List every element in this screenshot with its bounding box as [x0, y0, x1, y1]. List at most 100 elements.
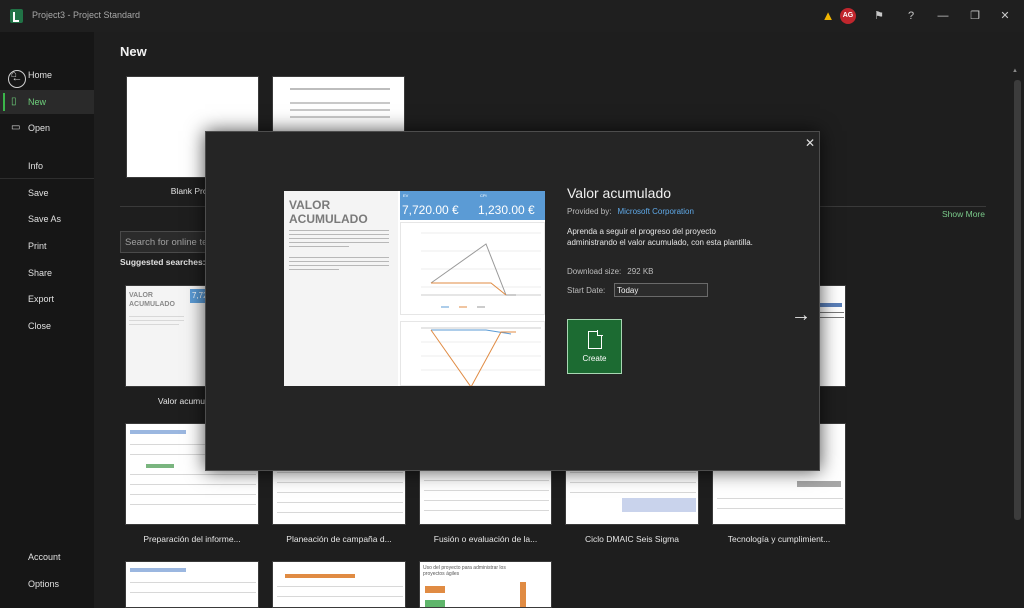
- thumb-line: [130, 504, 256, 505]
- close-icon[interactable]: ✕: [803, 136, 817, 150]
- preview-text-line: [289, 234, 389, 235]
- sidebar-item-save-as[interactable]: Save As: [0, 207, 94, 231]
- thumb-line: [717, 498, 843, 499]
- preview-title: VALOR ACUMULADO: [289, 198, 368, 226]
- minimize-icon[interactable]: —: [937, 8, 949, 24]
- thumb-bar: [130, 568, 186, 572]
- sidebar-item-close[interactable]: Close: [0, 314, 94, 338]
- thumb-line: [129, 324, 179, 325]
- thumb-line: [717, 508, 843, 509]
- sidebar-item-open[interactable]: ▭ Open: [0, 116, 94, 140]
- thumb-line: [424, 490, 549, 491]
- thumb-line: [277, 502, 403, 503]
- thumb-line: [290, 88, 390, 90]
- thumb-bar: [285, 574, 355, 578]
- download-size-value: 292 KB: [627, 267, 654, 276]
- preview-value-right: 1,230.00 €: [478, 203, 535, 217]
- template-thumbnail-row3-1[interactable]: [125, 561, 259, 608]
- thumb-bar: [797, 481, 841, 487]
- thumb-agile-title: Uso del proyecto para administrar los pr…: [423, 565, 506, 577]
- scroll-up-icon[interactable]: ▲: [1012, 68, 1018, 74]
- window-title: Project3 - Project Standard: [32, 10, 141, 20]
- thumb-line: [277, 586, 403, 587]
- provider-link[interactable]: Microsoft Corporation: [617, 207, 693, 216]
- template-label-dmaic: Ciclo DMAIC Seis Sigma: [585, 534, 679, 544]
- template-thumbnail-new-from-existing[interactable]: [272, 76, 405, 136]
- preview-chart-2-svg: [421, 327, 541, 386]
- template-label-planeacion: Planeación de campaña d...: [286, 534, 392, 544]
- new-document-icon: ▯: [11, 96, 17, 107]
- new-document-icon: [588, 330, 603, 349]
- create-button[interactable]: Create: [567, 319, 622, 374]
- thumb-line: [277, 482, 403, 483]
- thumb-bar: [818, 303, 842, 307]
- help-icon[interactable]: ?: [905, 8, 917, 24]
- preview-chart-1-svg: [421, 232, 541, 308]
- start-date-field[interactable]: Today: [614, 283, 708, 297]
- preview-text-line: [289, 265, 389, 266]
- thumb-line: [130, 582, 256, 583]
- thumb-line: [130, 494, 256, 495]
- sidebar-item-export[interactable]: Export: [0, 287, 94, 311]
- sidebar-item-info[interactable]: Info: [0, 154, 94, 178]
- preview-label-right: CPI: [480, 193, 487, 198]
- sidebar-item-account[interactable]: Account: [0, 545, 94, 569]
- close-window-icon[interactable]: ✕: [998, 8, 1012, 24]
- template-title: Valor acumulado: [567, 185, 672, 201]
- scrollbar[interactable]: [1014, 80, 1021, 520]
- provided-by-label: Provided by:: [567, 207, 612, 216]
- arrow-right-icon[interactable]: →: [791, 305, 811, 325]
- thumb-bar: [130, 430, 186, 434]
- restore-icon[interactable]: ❐: [968, 8, 982, 24]
- thumb-line: [290, 116, 390, 118]
- template-thumbnail-row3-2[interactable]: [272, 561, 406, 608]
- sidebar-item-new[interactable]: ▯ New: [0, 90, 94, 114]
- template-label-tecnologia: Tecnología y cumplimient...: [727, 534, 831, 544]
- thumb-line: [424, 500, 549, 501]
- template-description: Aprenda a seguir el progreso del proyect…: [567, 227, 753, 247]
- show-more-link[interactable]: Show More: [942, 209, 985, 219]
- sidebar-item-save[interactable]: Save: [0, 181, 94, 205]
- provider-line: Provided by: Microsoft Corporation: [567, 207, 694, 216]
- template-label-fusion: Fusión o evaluación de la...: [433, 534, 538, 544]
- sidebar-divider: [0, 178, 94, 179]
- warning-icon[interactable]: ▲: [821, 8, 835, 24]
- preview-label-left: EV: [403, 193, 409, 198]
- thumb-line: [290, 102, 390, 104]
- thumb-line: [129, 316, 184, 317]
- preview-chart-2: [400, 321, 545, 386]
- preview-text-line: [289, 261, 389, 262]
- thumb-line: [424, 480, 549, 481]
- thumb-line: [570, 492, 696, 493]
- project-app-icon: [10, 9, 23, 23]
- thumb-line: [424, 510, 549, 511]
- sidebar-item-home[interactable]: ⌂ Home: [0, 63, 94, 87]
- start-date-label: Start Date:: [567, 286, 606, 295]
- coauthor-icon[interactable]: ⚑: [871, 8, 887, 24]
- thumb-line: [570, 482, 696, 483]
- preview-chart-1: [400, 222, 545, 315]
- sidebar-item-print[interactable]: Print: [0, 234, 94, 258]
- download-size-line: Download size: 292 KB: [567, 267, 654, 276]
- preview-text-line: [289, 238, 389, 239]
- folder-open-icon: ▭: [11, 122, 21, 133]
- template-thumbnail-row3-3[interactable]: Uso del proyecto para administrar los pr…: [419, 561, 552, 608]
- preview-header: EV CPI 7,720.00 € 1,230.00 €: [400, 191, 545, 220]
- preview-left-panel: VALOR ACUMULADO: [284, 191, 398, 386]
- thumb-line: [277, 512, 403, 513]
- thumb-bar: [146, 464, 174, 468]
- preview-text-line: [289, 242, 389, 243]
- preview-text-line: [289, 257, 389, 258]
- sidebar-item-options[interactable]: Options: [0, 572, 94, 596]
- preview-text-line: [289, 230, 389, 231]
- sidebar-item-share[interactable]: Share: [0, 261, 94, 285]
- avatar[interactable]: AG: [840, 8, 856, 24]
- title-bar: Project3 - Project Standard ▲ AG ⚑ ? — ❐…: [0, 0, 1024, 32]
- create-button-label: Create: [582, 354, 607, 363]
- thumb-line: [277, 596, 403, 597]
- template-preview-image: VALOR ACUMULADO EV CPI 7,720.00 € 1,230.…: [284, 191, 545, 386]
- preview-text-line: [289, 246, 349, 247]
- home-icon: ⌂: [11, 69, 18, 80]
- thumb-line: [277, 492, 403, 493]
- thumb-valor-title: VALOR ACUMULADO: [129, 292, 175, 308]
